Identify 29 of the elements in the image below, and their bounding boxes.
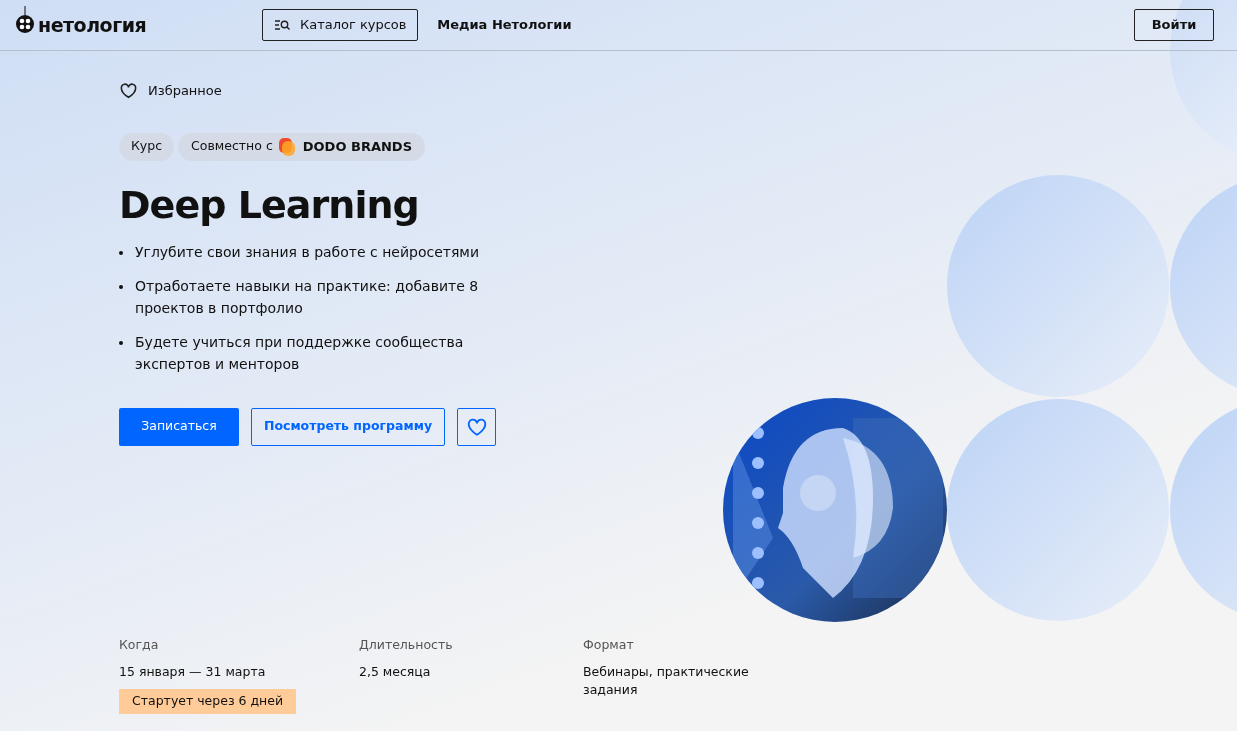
logo-text: нетология [38,12,147,38]
heart-icon [119,81,138,101]
media-link[interactable]: Медиа Нетологии [437,15,572,35]
course-title: Deep Learning [119,182,420,227]
info-label: Когда [119,635,160,654]
bullet-icon [119,250,123,255]
login-button[interactable]: Войти [1134,9,1214,41]
catalog-button[interactable]: Каталог курсов [262,9,419,41]
bullet-text: Углубите свои знания в работе с нейросетями [135,242,480,262]
partner-logo-icon [277,136,298,157]
bullet-text: Отработаете навыки на практике: добавите 8 проектов в портфолио [135,276,480,318]
bullet-icon [119,284,123,289]
info-value: Вебинары, практические задания [583,663,750,700]
search-icon [273,19,290,31]
program-button[interactable]: Посмотреть программу [251,407,445,446]
enroll-button[interactable]: Записаться [119,407,239,446]
favorite-button[interactable] [457,407,496,446]
info-label: Длительность [359,635,454,654]
info-value: 15 января — 31 марта [119,663,267,682]
course-tag: Курс [119,132,175,161]
logo-icon [15,6,35,34]
partner-name: DODO BRANDS [302,137,412,156]
favorites-link[interactable]: Избранное [119,81,1237,101]
info-label: Формат [583,635,635,654]
partner-tag: Совместно с DODO BRANDS [178,132,425,161]
bullet-icon [119,340,123,345]
start-badge: Стартует через 6 дней [119,689,297,714]
info-value: 2,5 месяца [359,663,432,682]
bullet-text: Будете учиться при поддержке сообщества экспертов и менторов [135,332,465,374]
